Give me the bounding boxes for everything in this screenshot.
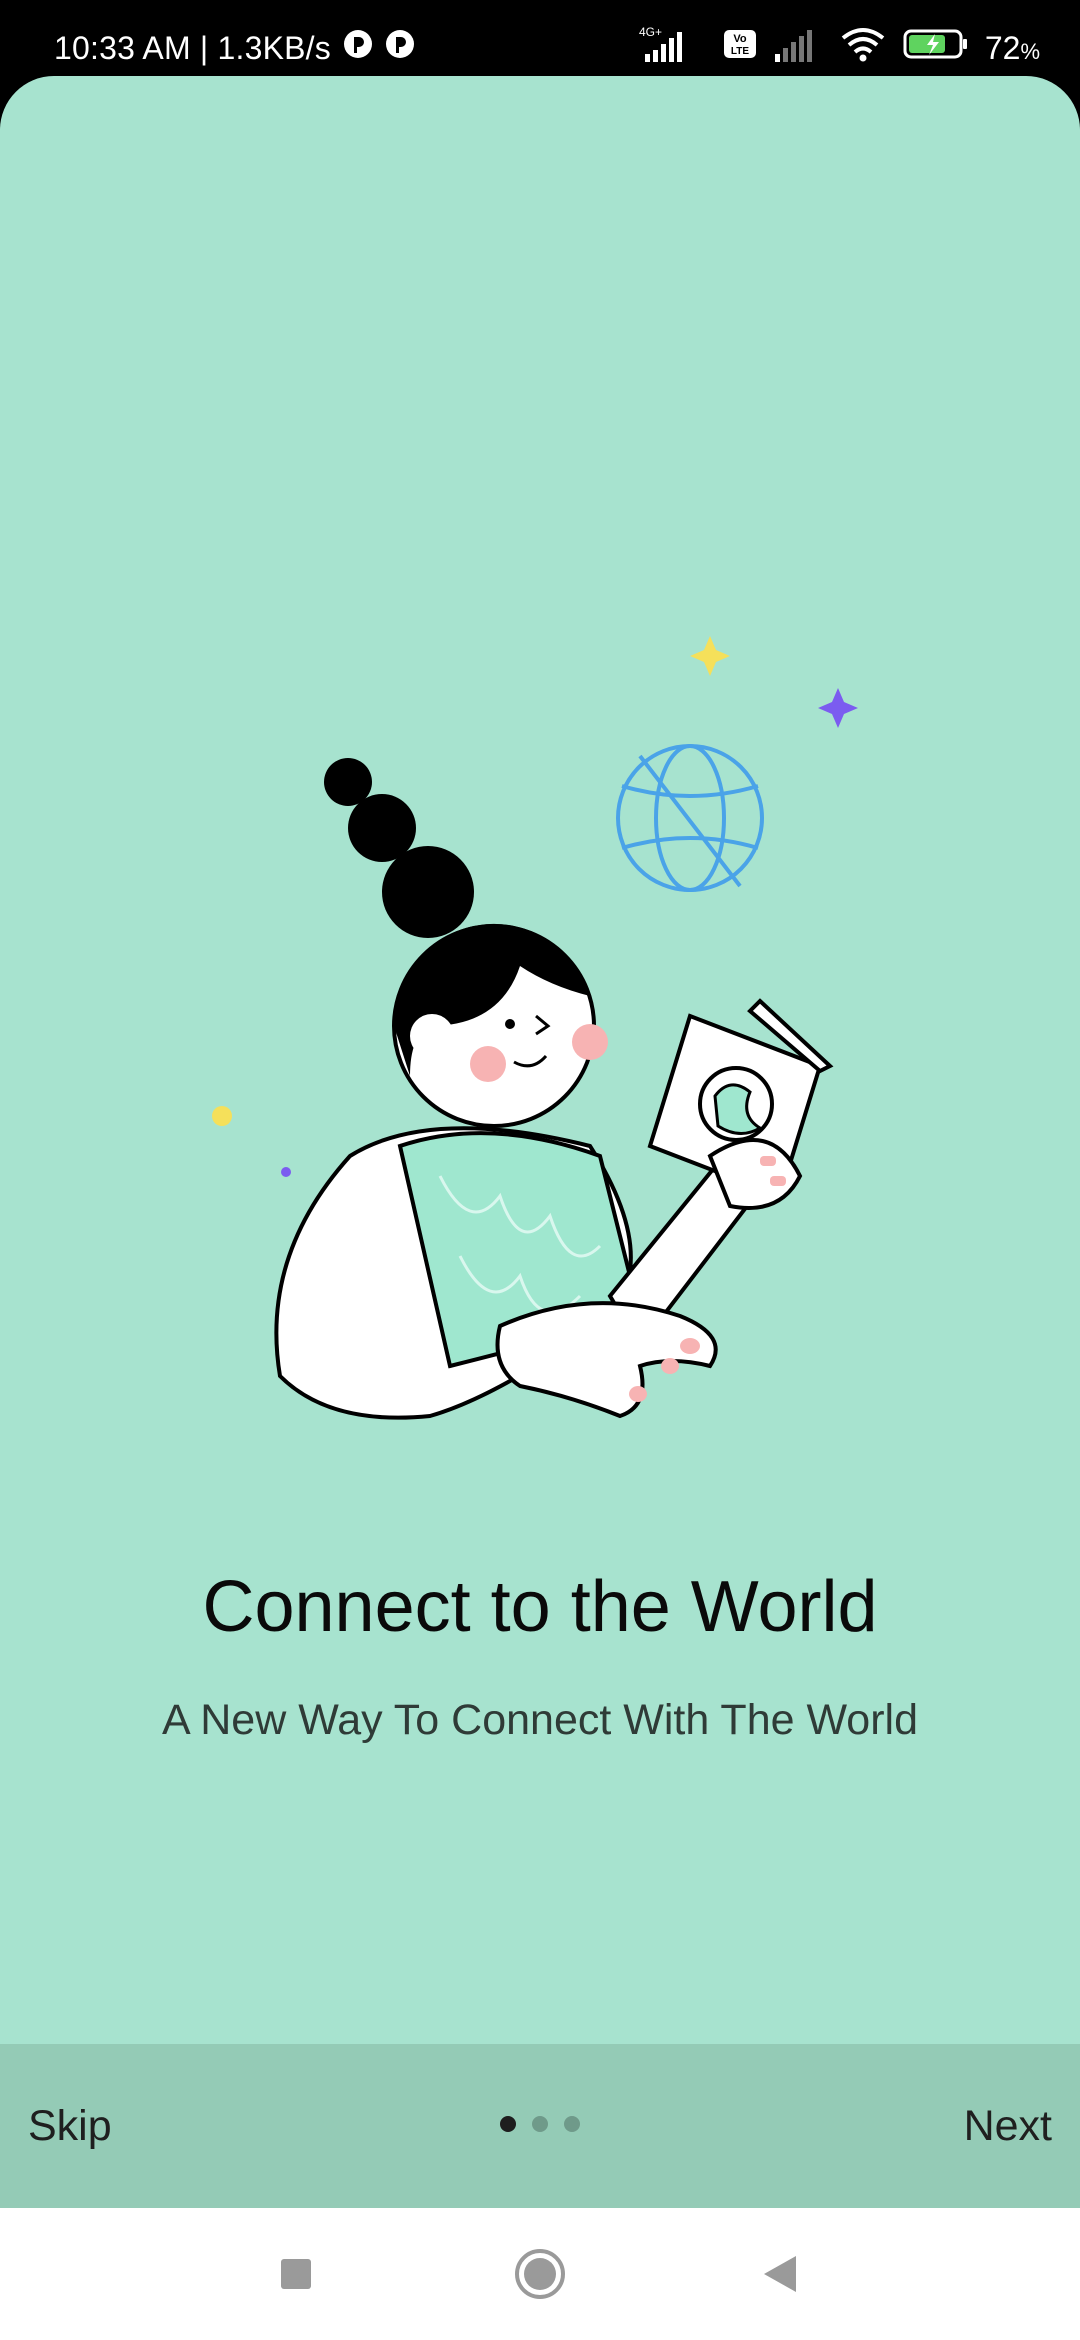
signal-icon <box>773 26 823 70</box>
onboarding-title: Connect to the World <box>202 1567 878 1647</box>
back-icon[interactable] <box>720 2208 840 2340</box>
status-bar: 10:33 AM | 1.3KB/s 4G+ Vo LTE 72% <box>0 0 1080 76</box>
page-indicator <box>500 2116 580 2132</box>
notification-icon <box>343 29 373 67</box>
onboarding-screen: Connect to the World A New Way To Connec… <box>0 76 1080 2044</box>
dot-decoration <box>281 1167 291 1177</box>
battery-icon <box>903 28 969 68</box>
onboarding-nav-bar: Skip Next <box>0 2044 1080 2208</box>
svg-text:LTE: LTE <box>731 46 749 57</box>
time-and-speed: 10:33 AM | 1.3KB/s <box>54 29 331 66</box>
next-button[interactable]: Next <box>964 2044 1052 2208</box>
recent-apps-icon[interactable] <box>236 2208 356 2340</box>
svg-text:Vo: Vo <box>733 33 747 45</box>
page-dot[interactable] <box>532 2116 548 2132</box>
notification-icon <box>385 29 415 67</box>
globe-icon <box>616 744 764 892</box>
travel-illustration <box>212 636 858 1420</box>
signal-icon: 4G+ <box>637 24 707 72</box>
character-hand <box>495 1301 718 1419</box>
character-head <box>392 923 608 1128</box>
home-icon[interactable] <box>480 2208 600 2340</box>
wifi-icon <box>839 26 887 70</box>
svg-text:4G+: 4G+ <box>639 25 662 39</box>
sparkle-icon <box>818 688 858 728</box>
battery-level: 72% <box>984 29 1040 66</box>
page-dot[interactable] <box>564 2116 580 2132</box>
system-nav-bar <box>0 2208 1080 2340</box>
volte-icon: Vo LTE <box>723 29 757 67</box>
sparkle-icon <box>690 636 730 676</box>
page-dot-active[interactable] <box>500 2116 516 2132</box>
skip-button[interactable]: Skip <box>28 2044 112 2208</box>
dot-decoration <box>212 1106 232 1126</box>
onboarding-subtitle: A New Way To Connect With The World <box>162 1696 918 1744</box>
character-hair <box>324 758 474 938</box>
